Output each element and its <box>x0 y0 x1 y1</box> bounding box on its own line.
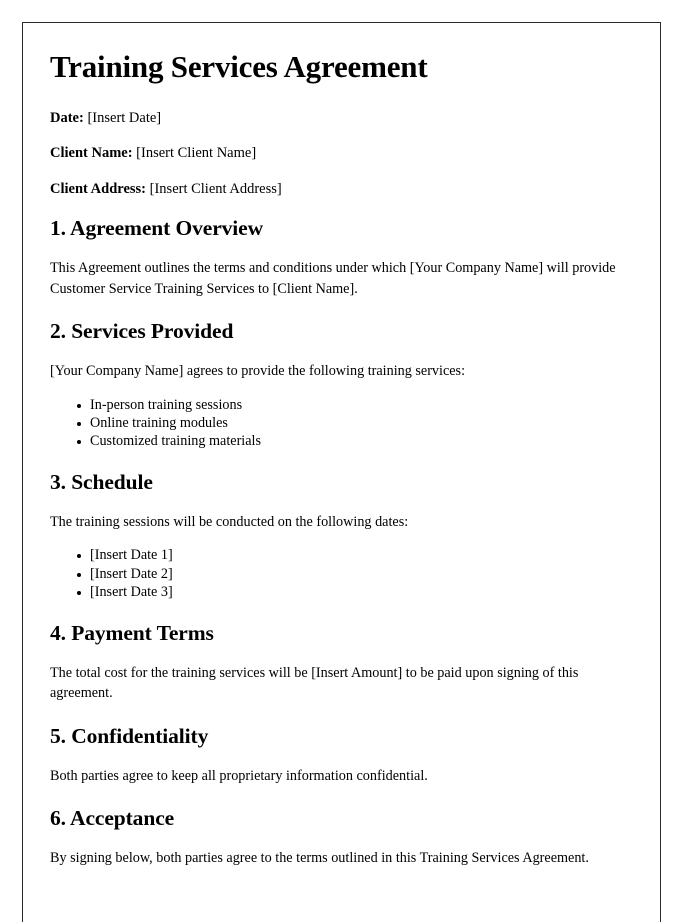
metadata-client-name: Client Name: [Insert Client Name] <box>50 144 632 163</box>
services-list: In-person training sessions Online train… <box>50 396 632 451</box>
metadata-client-address: Client Address: [Insert Client Address] <box>50 180 632 199</box>
section-paragraph: This Agreement outlines the terms and co… <box>50 259 616 297</box>
page-title: Training Services Agreement <box>50 49 428 84</box>
metadata-client-name-value: [Insert Client Name] <box>136 145 257 162</box>
section-agreement-overview: 1. Agreement Overview This Agreement out… <box>50 216 632 299</box>
metadata-date-value: [Insert Date] <box>87 109 162 126</box>
section-heading: 5. Confidentiality <box>50 723 209 748</box>
metadata-client-address-label: Client Address: <box>50 181 147 198</box>
section-payment-terms: 4. Payment Terms The total cost for the … <box>50 621 632 704</box>
metadata-date-label: Date: <box>50 109 84 126</box>
section-heading: 6. Acceptance <box>50 806 175 831</box>
section-paragraph: By signing below, both parties agree to … <box>50 850 589 867</box>
list-item: [Insert Date 3] <box>77 583 632 601</box>
list-item: [Insert Date 2] <box>77 565 632 583</box>
section-acceptance: 6. Acceptance By signing below, both par… <box>50 806 632 868</box>
list-item: [Insert Date 1] <box>77 546 632 564</box>
section-heading: 4. Payment Terms <box>50 620 214 645</box>
section-paragraph: Both parties agree to keep all proprieta… <box>50 767 428 784</box>
section-paragraph: [Your Company Name] agrees to provide th… <box>50 362 466 379</box>
section-paragraph: The total cost for the training services… <box>50 664 579 702</box>
metadata-client-address-value: [Insert Client Address] <box>149 181 282 198</box>
schedule-list: [Insert Date 1] [Insert Date 2] [Insert … <box>50 546 632 601</box>
metadata-date: Date: [Insert Date] <box>50 109 632 128</box>
metadata-client-name-label: Client Name: <box>50 145 133 162</box>
section-services-provided: 2. Services Provided [Your Company Name]… <box>50 319 632 450</box>
section-schedule: 3. Schedule The training sessions will b… <box>50 470 632 601</box>
section-heading: 3. Schedule <box>50 470 153 495</box>
section-paragraph: The training sessions will be conducted … <box>50 513 409 530</box>
section-heading: 2. Services Provided <box>50 319 234 344</box>
section-confidentiality: 5. Confidentiality Both parties agree to… <box>50 724 632 786</box>
list-item: Customized training materials <box>77 432 632 450</box>
list-item: Online training modules <box>77 414 632 432</box>
section-heading: 1. Agreement Overview <box>50 216 264 241</box>
list-item: In-person training sessions <box>77 396 632 414</box>
document-body: Training Services Agreement Date: [Inser… <box>23 23 660 869</box>
document-page: Training Services Agreement Date: [Inser… <box>22 22 661 922</box>
